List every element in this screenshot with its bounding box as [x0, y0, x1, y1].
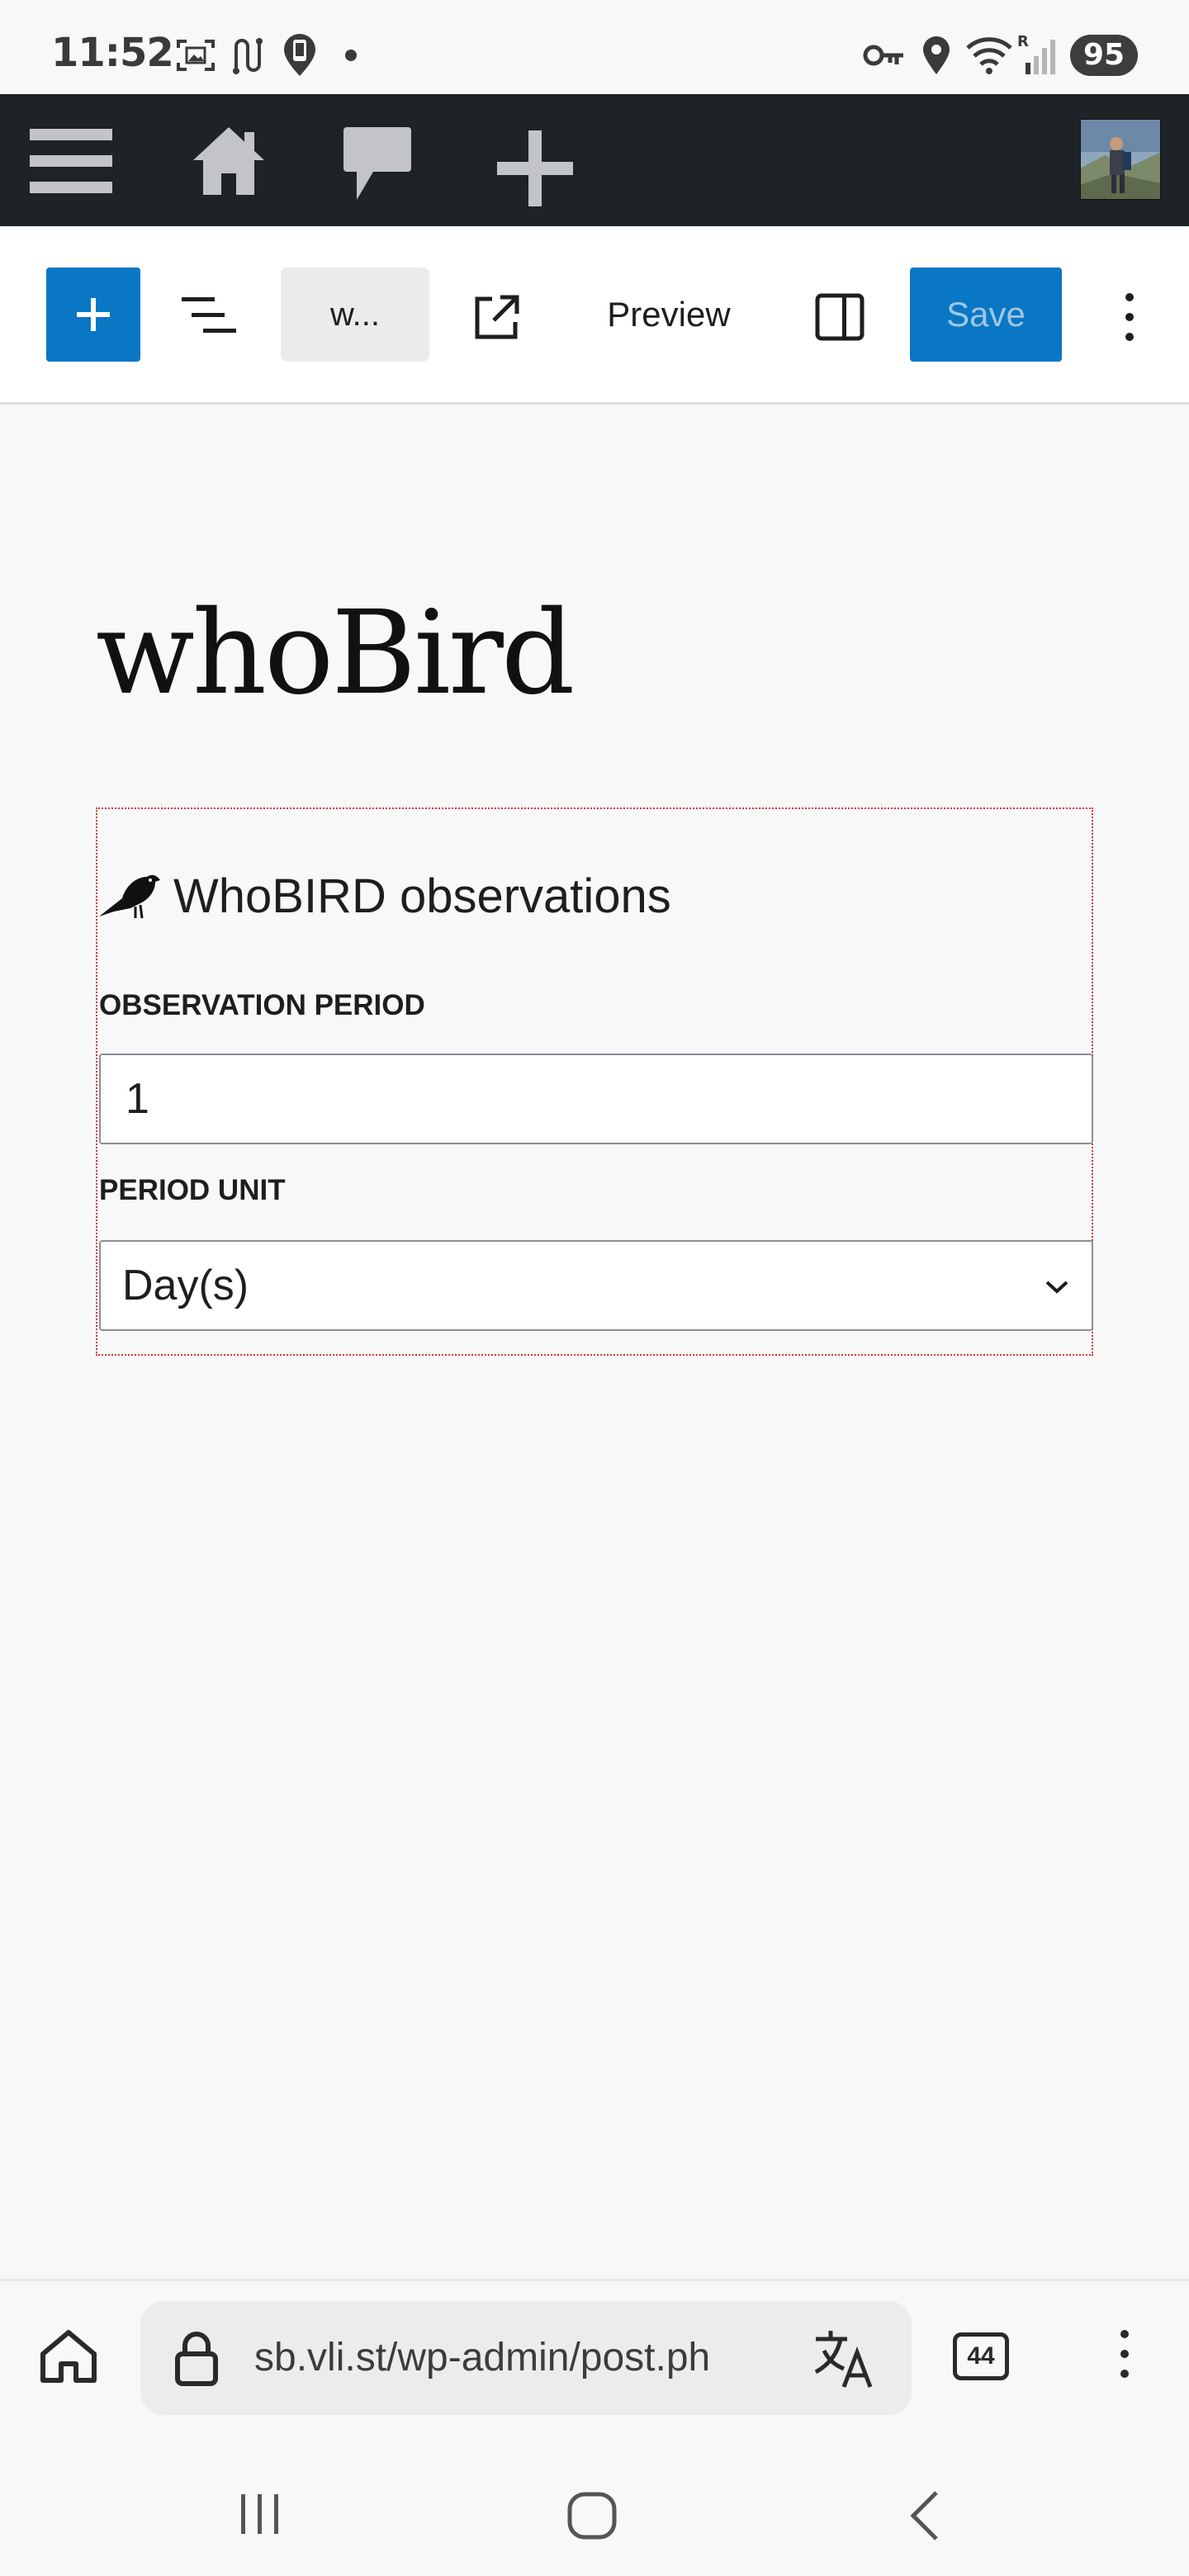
more-options-icon[interactable]: [1115, 2327, 1135, 2380]
url-text: sb.vli.st/wp-admin/post.ph: [254, 2336, 711, 2379]
signal-icon: R: [1017, 33, 1055, 74]
document-title-button[interactable]: w...: [281, 268, 429, 362]
post-title[interactable]: whoBird: [96, 586, 575, 721]
dot-icon: [345, 50, 357, 61]
editor-toolbar: w... Preview Save: [0, 226, 1189, 405]
url-fade: [718, 2301, 784, 2415]
screenshot-icon: [177, 40, 215, 71]
chevron-down-icon: [1045, 1281, 1068, 1294]
preview-button[interactable]: Preview: [578, 268, 760, 362]
period-unit-value: Day(s): [122, 1262, 249, 1309]
location-pin-icon: [923, 36, 950, 74]
settings-sidebar-icon[interactable]: [814, 292, 865, 342]
menu-icon[interactable]: [28, 125, 114, 197]
whobird-block[interactable]: WhoBIRD observations OBSERVATION PERIOD …: [96, 807, 1093, 1356]
key-icon: [863, 45, 903, 66]
plus-icon[interactable]: [495, 129, 575, 208]
home-nav-icon[interactable]: [566, 2491, 618, 2540]
wp-admin-bar: [0, 94, 1189, 226]
lock-icon: [175, 2332, 218, 2386]
bird-icon: [99, 874, 160, 919]
avatar[interactable]: [1080, 119, 1161, 200]
status-bar: 11:52 R 95: [0, 0, 1189, 94]
recent-apps-icon[interactable]: [238, 2491, 282, 2537]
translate-icon[interactable]: [812, 2327, 875, 2389]
home-icon[interactable]: [192, 124, 266, 198]
period-unit-label: PERIOD UNIT: [99, 1174, 286, 1206]
editor-canvas: whoBird WhoBIRD observations OBSERVATION…: [0, 405, 1189, 2279]
observation-period-label: OBSERVATION PERIOD: [99, 989, 425, 1021]
address-bar[interactable]: sb.vli.st/wp-admin/post.ph: [140, 2301, 912, 2415]
comment-icon[interactable]: [342, 125, 413, 201]
back-nav-icon[interactable]: [907, 2489, 943, 2542]
add-block-button[interactable]: [46, 268, 140, 362]
route-icon: [233, 38, 263, 74]
external-link-icon[interactable]: [472, 292, 522, 342]
phone-location-icon: [284, 34, 315, 76]
document-overview-icon[interactable]: [180, 294, 239, 337]
period-unit-select[interactable]: Day(s): [99, 1240, 1093, 1331]
plus-icon: [77, 298, 110, 331]
home-icon[interactable]: [38, 2327, 99, 2385]
browser-bottom-bar: sb.vli.st/wp-admin/post.ph 44: [0, 2279, 1189, 2576]
more-options-icon[interactable]: [1120, 291, 1139, 343]
tab-counter[interactable]: 44: [953, 2332, 1009, 2380]
wifi-icon: [966, 37, 1012, 74]
battery-indicator: 95: [1070, 35, 1138, 76]
block-heading: WhoBIRD observations: [173, 869, 671, 923]
clock: 11:52: [51, 30, 174, 76]
observation-period-input[interactable]: 1: [99, 1054, 1093, 1144]
save-button[interactable]: Save: [910, 268, 1062, 362]
svg-text:R: R: [1017, 33, 1029, 50]
